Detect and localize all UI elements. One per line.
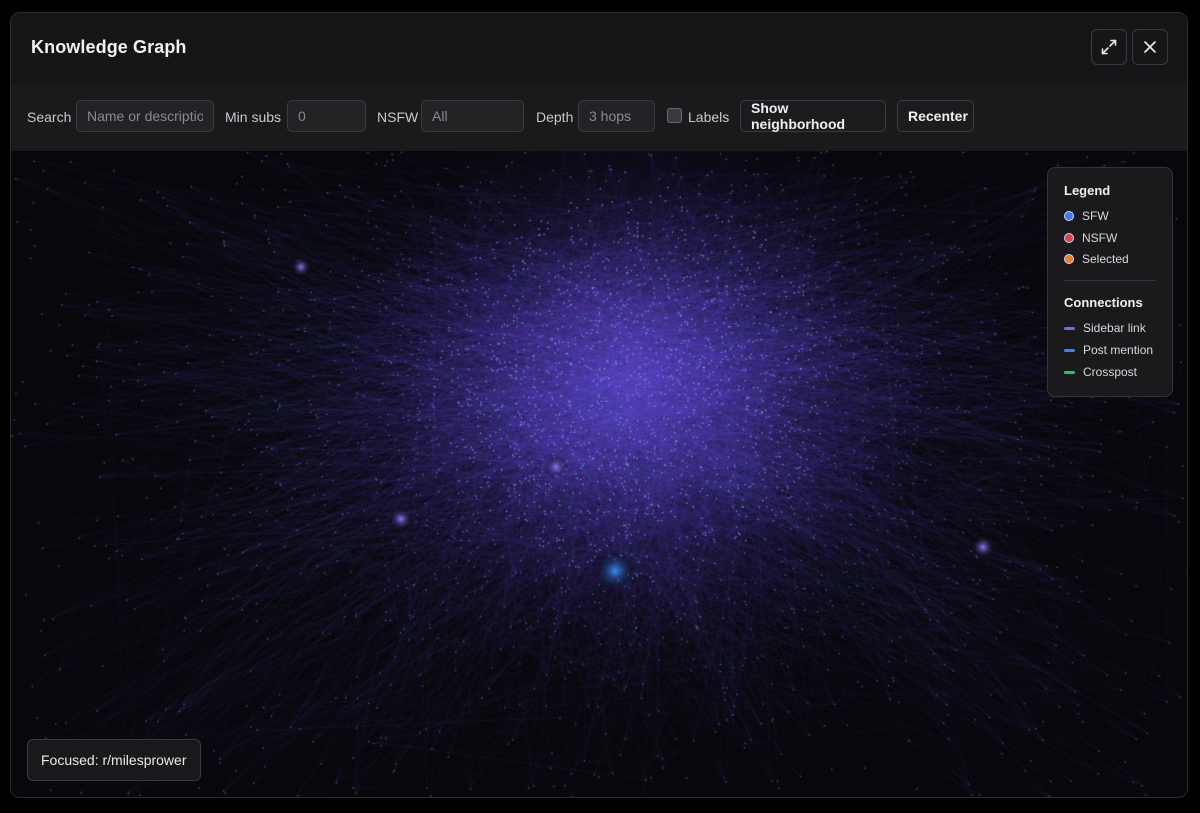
legend-title: Legend: [1064, 183, 1111, 198]
expand-button[interactable]: [1091, 29, 1127, 65]
sfw-dot-icon: [1064, 211, 1074, 221]
modal-title: Knowledge Graph: [31, 37, 187, 57]
min-subs-input[interactable]: [287, 100, 366, 132]
legend-item-post-mention: Post mention: [1064, 342, 1153, 358]
depth-select[interactable]: [578, 100, 655, 132]
legend-divider: [1064, 280, 1156, 281]
legend-item-label: SFW: [1082, 209, 1109, 223]
legend-panel: Legend SFW NSFW Selected Connections Sid…: [1047, 167, 1173, 397]
expand-icon: [1100, 38, 1118, 56]
legend-item-label: NSFW: [1082, 231, 1118, 245]
search-label: Search: [27, 109, 72, 125]
labels-checkbox[interactable]: [667, 108, 682, 123]
legend-item-label: Post mention: [1083, 343, 1154, 357]
close-icon: [1142, 39, 1158, 55]
depth-label: Depth: [536, 109, 574, 125]
nsfw-select[interactable]: [421, 100, 524, 132]
focused-node-badge: Focused: r/milesprower: [27, 739, 201, 781]
selected-dot-icon: [1064, 254, 1074, 264]
legend-item-label: Crosspost: [1083, 365, 1138, 379]
legend-item-crosspost: Crosspost: [1064, 364, 1137, 380]
legend-item-selected: Selected: [1064, 251, 1129, 267]
modal-header: Knowledge Graph: [11, 13, 1187, 84]
sidebar-link-swatch-icon: [1064, 326, 1075, 330]
graph-canvas-area[interactable]: [11, 151, 1187, 797]
labels-checkbox-label[interactable]: Labels: [688, 109, 729, 125]
connections-title: Connections: [1064, 295, 1143, 310]
graph-canvas[interactable]: [11, 151, 1187, 797]
nsfw-label: NSFW: [377, 109, 419, 125]
graph-toolbar: Search Min subs NSFW Depth Labels Show n…: [11, 83, 1187, 152]
knowledge-graph-modal: Knowledge Graph Search Min: [10, 12, 1188, 798]
recenter-button[interactable]: Recenter: [897, 100, 974, 132]
legend-item-label: Sidebar link: [1083, 321, 1146, 335]
crosspost-swatch-icon: [1064, 370, 1075, 374]
show-neighborhood-button[interactable]: Show neighborhood: [740, 100, 886, 132]
legend-item-sidebar-link: Sidebar link: [1064, 320, 1146, 336]
legend-item-sfw: SFW: [1064, 208, 1109, 224]
min-subs-label: Min subs: [225, 109, 282, 125]
post-mention-swatch-icon: [1064, 348, 1075, 352]
close-button[interactable]: [1132, 29, 1168, 65]
nsfw-dot-icon: [1064, 233, 1074, 243]
search-input[interactable]: [76, 100, 214, 132]
legend-item-nsfw: NSFW: [1064, 230, 1117, 246]
legend-item-label: Selected: [1082, 252, 1129, 266]
